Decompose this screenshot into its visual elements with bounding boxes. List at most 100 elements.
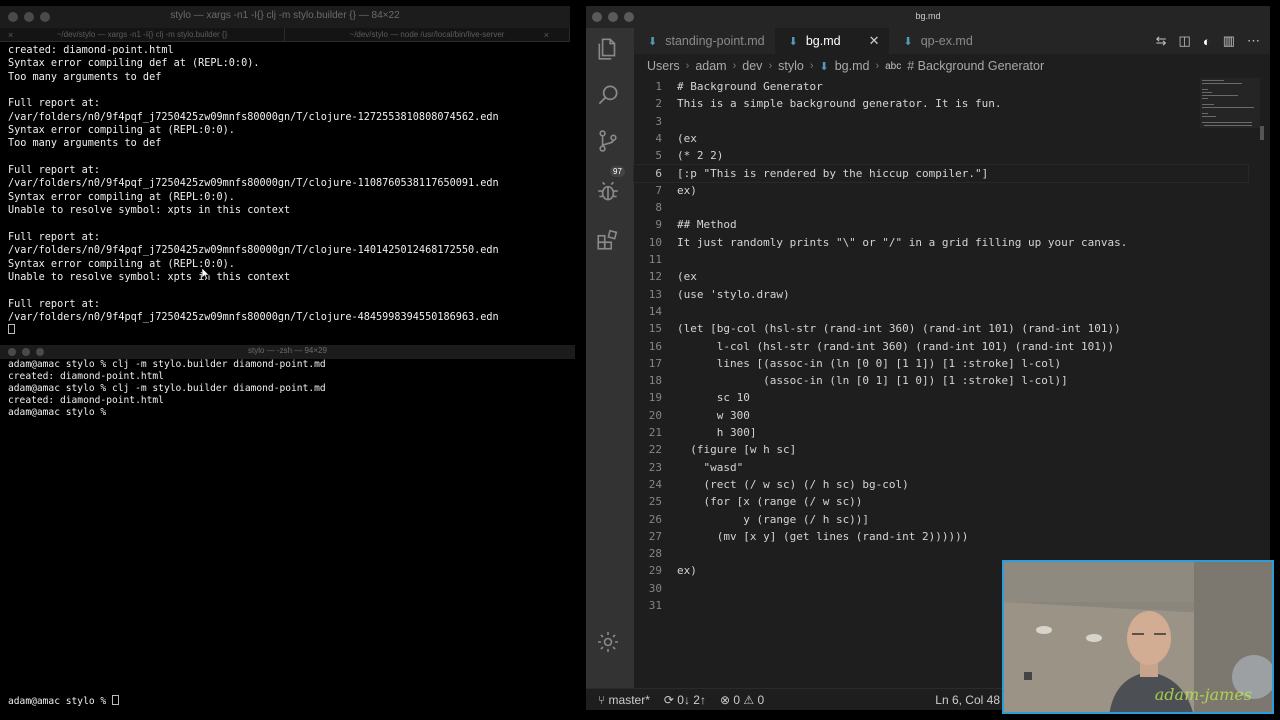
settings-gear-icon[interactable] xyxy=(596,630,620,654)
line-number: 10 xyxy=(648,235,662,249)
code-line[interactable]: 19 sc 10 xyxy=(634,389,1248,406)
line-number: 29 xyxy=(648,564,662,578)
close-tab-icon[interactable]: × xyxy=(8,30,13,40)
code-line[interactable]: 11 xyxy=(634,251,1248,268)
close-tab-icon[interactable]: ✕ xyxy=(869,33,880,49)
code-text: (ex xyxy=(677,270,697,284)
breadcrumb-item[interactable]: Users xyxy=(647,59,680,73)
terminal-line: Unable to resolve symbol: xpts in this c… xyxy=(8,205,291,217)
tab-standing-point[interactable]: ⬇ standing-point.md xyxy=(634,28,775,54)
sync-indicator[interactable]: ⟳ 0↓ 2↑ xyxy=(664,693,706,707)
code-text: (let [bg-col (hsl-str (rand-int 360) (ra… xyxy=(677,322,1121,336)
code-line[interactable]: 9 ## Method xyxy=(634,216,1248,233)
terminal-tab-label: ~/dev/stylo — xargs -n1 -I{} clj -m styl… xyxy=(56,30,228,39)
markdown-file-icon: ⬇ xyxy=(819,60,829,73)
tab-bg-md[interactable]: ⬇ bg.md ✕ xyxy=(774,28,890,54)
symbol-string-icon: abc xyxy=(885,60,902,72)
code-line[interactable]: 16 l-col (hsl-str (rand-int 360) (rand-i… xyxy=(634,338,1248,355)
code-line[interactable]: 26 y (range (/ h sc))] xyxy=(634,511,1248,528)
breadcrumb-item[interactable]: # Background Generator xyxy=(907,59,1044,73)
breadcrumb-item[interactable]: bg.md xyxy=(835,59,870,73)
minimap[interactable] xyxy=(1200,78,1260,128)
code-line[interactable]: 17 lines [(assoc-in (ln [0 0] [1 1]) [1 … xyxy=(634,355,1248,372)
line-number: 25 xyxy=(648,495,662,509)
close-tab-icon[interactable]: × xyxy=(544,30,549,40)
code-line[interactable]: 18 (assoc-in (ln [0 1] [1 0]) [1 :stroke… xyxy=(634,372,1248,389)
webcam-overlay: adam-james xyxy=(1002,560,1274,714)
explorer-icon[interactable] xyxy=(595,36,621,62)
code-text: (ex xyxy=(677,131,697,145)
markdown-file-icon: ⬇ xyxy=(903,35,913,48)
code-text: w 300 xyxy=(677,408,750,422)
code-line[interactable]: 10 It just randomly prints "\" or "/" in … xyxy=(634,234,1248,251)
code-text: l-col (hsl-str (rand-int 360) (rand-int … xyxy=(677,339,1115,353)
code-line[interactable]: 8 xyxy=(634,199,1248,216)
branch-indicator[interactable]: ⑂ master* xyxy=(598,693,650,707)
terminal-line: Syntax error compiling at (REPL:0:0). xyxy=(8,258,235,270)
breadcrumb-item[interactable]: dev xyxy=(742,59,762,73)
terminal-cursor xyxy=(8,324,15,335)
code-line[interactable]: 14 xyxy=(634,303,1248,320)
warning-icon: ⚠ xyxy=(743,692,755,707)
code-line[interactable]: 5 (* 2 2) xyxy=(634,147,1248,164)
problems-indicator[interactable]: ⊗ 0 ⚠ 0 xyxy=(720,693,764,707)
terminal-titlebar[interactable]: stylo — xargs -n1 -I{} clj -m stylo.buil… xyxy=(0,6,570,28)
terminal-output[interactable]: adam@amac stylo % clj -m stylo.builder d… xyxy=(0,359,575,421)
code-line[interactable]: 3 xyxy=(634,113,1248,130)
toggle-theme-icon[interactable]: ◐ xyxy=(1203,34,1211,49)
terminal-tab[interactable]: × ~/dev/stylo — xargs -n1 -I{} clj -m st… xyxy=(0,28,285,41)
line-number: 7 xyxy=(655,183,662,197)
code-line[interactable]: 13 (use 'stylo.draw) xyxy=(634,286,1248,303)
code-line[interactable]: 21 h 300] xyxy=(634,424,1248,441)
terminal-output[interactable]: created: diamond-point.html Syntax error … xyxy=(0,42,570,340)
code-line[interactable]: 2 This is a simple background generator. … xyxy=(634,95,1248,112)
code-line[interactable]: 24 (rect (/ w sc) (/ h sc) bg-col) xyxy=(634,476,1248,493)
debug-icon[interactable] xyxy=(595,178,621,204)
terminal-tab[interactable]: ~/dev/stylo — node /usr/local/bin/live-s… xyxy=(285,28,570,41)
line-number: 20 xyxy=(648,408,662,422)
code-text: sc 10 xyxy=(677,391,750,405)
code-line[interactable]: 15 (let [bg-col (hsl-str (rand-int 360) (… xyxy=(634,320,1248,337)
terminal-window-bottom[interactable]: stylo — -zsh — 94×29 adam@amac stylo % c… xyxy=(0,345,575,717)
code-line[interactable]: 7 ex) xyxy=(634,182,1248,199)
git-branch-icon: ⑂ xyxy=(598,692,606,707)
split-editor-icon[interactable]: ▥ xyxy=(1223,33,1235,49)
extensions-icon[interactable] xyxy=(595,226,621,252)
open-preview-icon[interactable]: ◫ xyxy=(1179,33,1191,49)
more-actions-icon[interactable]: ⋯ xyxy=(1247,33,1260,49)
breadcrumb-item[interactable]: stylo xyxy=(778,59,804,73)
code-text: (* 2 2) xyxy=(677,149,724,163)
code-line[interactable]: 4 (ex xyxy=(634,130,1248,147)
code-line[interactable]: 25 (for [x (range (/ w sc)) xyxy=(634,493,1248,510)
tab-qp-ex[interactable]: ⬇ qp-ex.md xyxy=(889,28,982,54)
code-text: (figure [w h sc] xyxy=(677,443,797,457)
vscode-titlebar[interactable]: bg.md xyxy=(586,6,1270,28)
code-line[interactable]: 1 # Background Generator xyxy=(634,78,1248,95)
vertical-scrollbar[interactable] xyxy=(1260,126,1264,140)
code-line[interactable]: 27 (mv [x y] (get lines (rand-int 2)))))… xyxy=(634,528,1248,545)
line-number: 8 xyxy=(655,201,662,215)
search-icon[interactable] xyxy=(595,82,621,108)
code-line[interactable]: 23 "wasd" xyxy=(634,459,1248,476)
terminal-line: /var/folders/n0/9f4pqf_j7250425zw09mnfs8… xyxy=(8,111,499,123)
breadcrumb-item[interactable]: adam xyxy=(695,59,726,73)
code-text: (assoc-in (ln [0 1] [1 0]) [1 :stroke] l… xyxy=(677,374,1068,388)
code-text: (for [x (range (/ w sc)) xyxy=(677,495,863,509)
terminal-prompt-line[interactable]: adam@amac stylo % xyxy=(0,693,127,710)
terminal-line: Too many arguments to def xyxy=(8,138,162,150)
code-line[interactable]: 20 w 300 xyxy=(634,407,1248,424)
compare-changes-icon[interactable]: ⇆ xyxy=(1156,33,1167,49)
code-line[interactable]: 22 (figure [w h sc] xyxy=(634,441,1248,458)
tab-label: bg.md xyxy=(805,34,841,48)
chevron-right-icon: › xyxy=(685,60,690,72)
code-line[interactable]: 12 (ex xyxy=(634,268,1248,285)
terminal-line: /var/folders/n0/9f4pqf_j7250425zw09mnfs8… xyxy=(8,178,499,190)
terminal-line: Full report at: xyxy=(8,298,101,310)
source-control-icon[interactable] xyxy=(595,128,621,154)
terminal-window-top[interactable]: stylo — xargs -n1 -I{} clj -m stylo.buil… xyxy=(0,6,570,335)
terminal-titlebar[interactable]: stylo — -zsh — 94×29 xyxy=(0,345,575,359)
code-line[interactable]: 6 [:p "This is rendered by the hiccup com… xyxy=(633,163,1249,183)
terminal-title: stylo — xargs -n1 -I{} clj -m stylo.buil… xyxy=(170,10,400,21)
